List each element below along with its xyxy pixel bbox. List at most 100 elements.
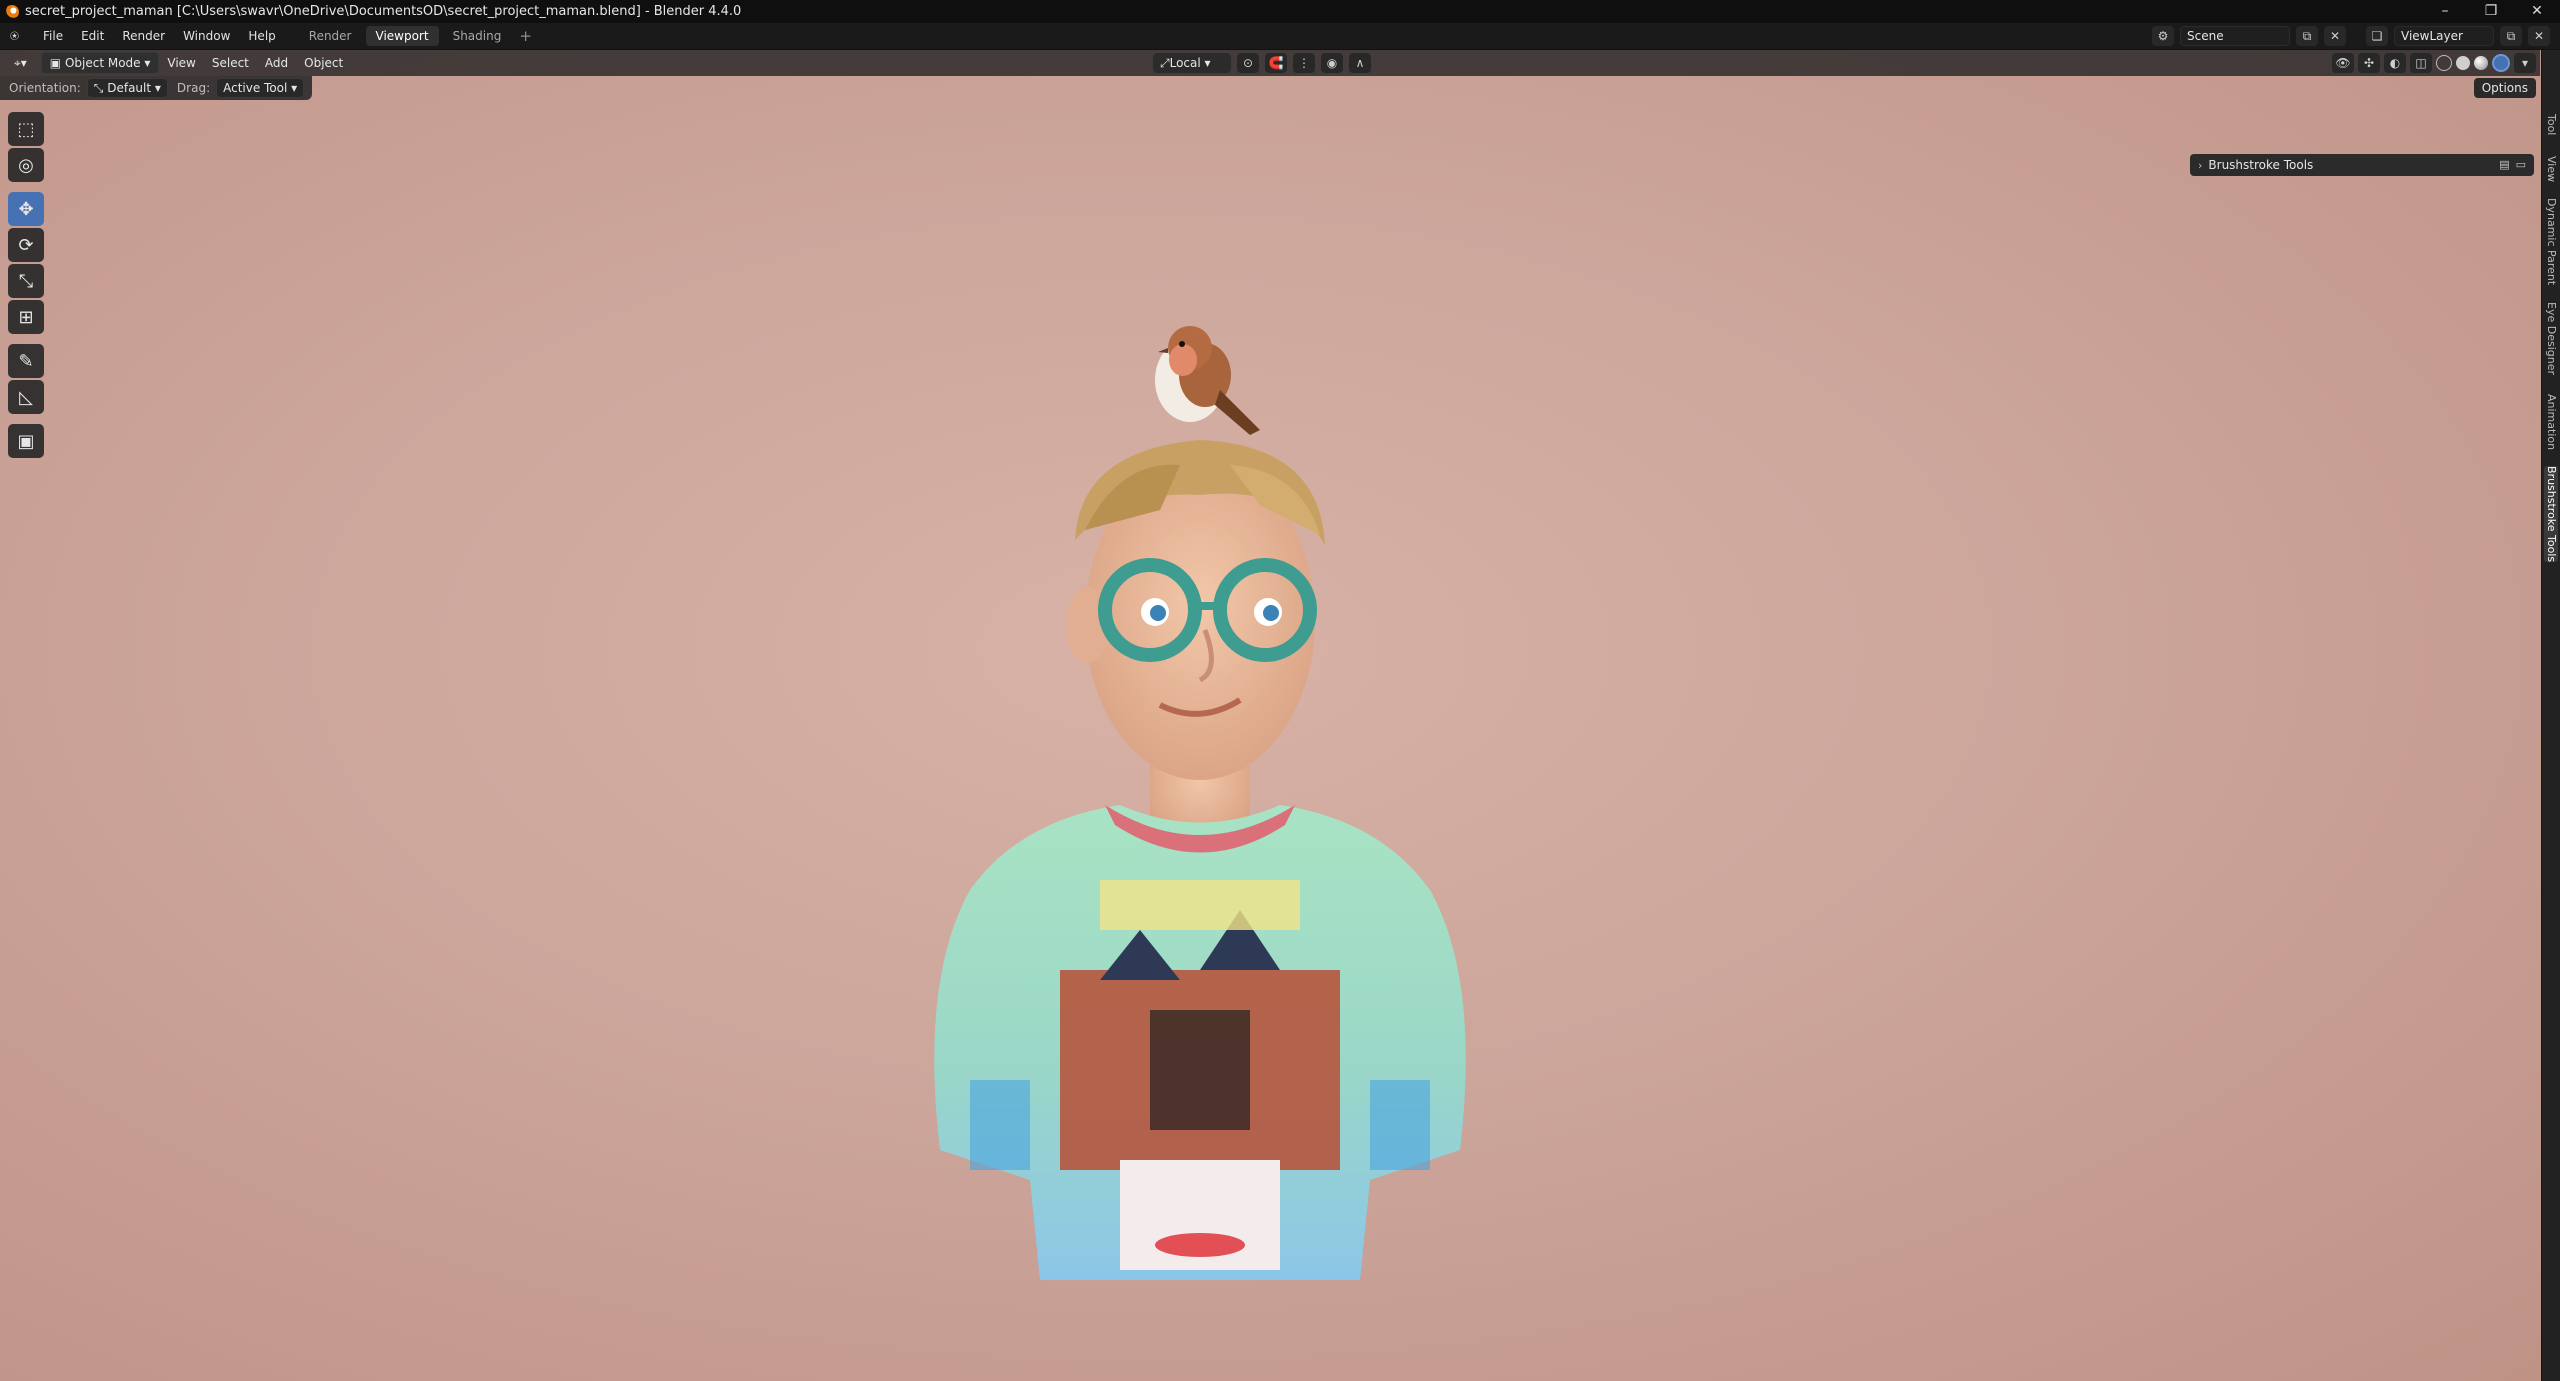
view-layer-icon[interactable]: ❏ [2366,26,2388,46]
editor-type-icon[interactable]: ⌖▾ [6,53,35,73]
snap-target-icon[interactable]: ⋮ [1293,53,1315,73]
scene-icon[interactable]: ⚙ [2152,26,2174,46]
scene-selectors: ⚙ Scene ⧉ ✕ ❏ ViewLayer ⧉ ✕ [2152,26,2550,46]
scene-name: Scene [2187,29,2224,43]
add-cube-tool[interactable]: ▣ [8,424,44,458]
falloff-icon[interactable]: ∧ [1349,53,1371,73]
annotate-icon: ✎ [18,350,34,372]
menu-select[interactable]: Select [204,53,257,73]
annotate-tool[interactable]: ✎ [8,344,44,378]
chevron-right-icon: › [2198,158,2203,172]
move-tool[interactable]: ✥ [8,192,44,226]
pivot-point-icon[interactable]: ⊙ [1237,53,1259,73]
window-titlebar: secret_project_maman [C:\Users\swavr\One… [0,0,2560,23]
blender-app-icon [5,4,19,19]
drag-value: Active Tool [223,81,288,95]
select-box-tool[interactable]: ⬚ [8,112,44,146]
mode-label: Object Mode [64,56,141,70]
snap-icon[interactable]: 🧲 [1265,53,1287,73]
sweater [934,805,1466,1280]
sidebar-tab-dynamic-parent[interactable]: Dynamic Parent [2544,198,2558,285]
sidebar-tabs: Tool View Dynamic Parent Eye Designer An… [2541,50,2560,1381]
proportional-edit-icon[interactable]: ◉ [1321,53,1343,73]
transform-controls: ⤢ Local ▾ ⊙ 🧲 ⋮ ◉ ∧ [1153,53,1371,73]
delete-scene-icon[interactable]: ✕ [2324,26,2346,46]
menu-help[interactable]: Help [239,23,284,49]
transform-orientation-dropdown[interactable]: ⤢ Local ▾ [1153,53,1231,73]
brushstroke-panel-title: Brushstroke Tools [2208,158,2314,172]
robin-bird [1155,326,1260,435]
tool-settings-bar: Orientation: ⤡ Default ▾ Drag: Active To… [0,76,312,100]
window-title: secret_project_maman [C:\Users\swavr\One… [25,4,742,19]
scale-tool[interactable]: ⤡ [8,264,44,298]
add-cube-icon: ▣ [17,430,35,452]
menu-file[interactable]: File [34,23,72,49]
monitor-icon[interactable]: ▭ [2516,158,2526,171]
scene-field[interactable]: Scene [2180,26,2290,46]
rotate-tool[interactable]: ⟳ [8,228,44,262]
cube-icon: ▣ [49,56,65,70]
rendered-shading-icon[interactable] [2492,54,2510,72]
xray-icon[interactable]: ◫ [2410,53,2432,73]
scale-icon: ⤡ [18,270,34,292]
viewport-header: ⌖▾ ▣ Object Mode ▾ View Select Add Objec… [0,50,2540,76]
measure-icon: ◺ [19,386,33,408]
brushstroke-tools-panel[interactable]: › Brushstroke Tools ▤ ▭ [2190,154,2534,176]
menu-render[interactable]: Render [113,23,174,49]
menu-window[interactable]: Window [174,23,239,49]
transform-orientation-label: Local [1169,56,1201,70]
drag-label: Drag: [176,81,211,95]
options-button[interactable]: Options [2473,78,2536,98]
character-render[interactable] [900,280,1500,1300]
orientation-dropdown[interactable]: ⤡ Default ▾ [86,78,168,98]
workspace-tab-viewport[interactable]: Viewport [365,26,439,46]
sidebar-tab-tool[interactable]: Tool [2544,114,2558,135]
shading-options-icon[interactable]: ▾ [2514,53,2536,73]
3d-viewport[interactable]: ⌖▾ ▣ Object Mode ▾ View Select Add Objec… [0,50,2560,1381]
panel-header-icons: ▤ ▭ [2499,158,2526,171]
select-box-icon: ⬚ [17,118,35,140]
overlays-icon[interactable]: ◐ [2384,53,2406,73]
restore-button[interactable]: ❐ [2468,0,2514,23]
visibility-icon[interactable]: 👁 [2332,53,2354,73]
wireframe-shading-icon[interactable] [2436,55,2452,71]
top-menubar: ⍟ File Edit Render Window Help Render Vi… [0,23,2560,50]
menu-object[interactable]: Object [296,53,351,73]
rotate-icon: ⟳ [18,234,34,256]
sidebar-tab-view[interactable]: View [2544,156,2558,182]
minimize-button[interactable]: – [2422,0,2468,23]
transform-icon: ⊞ [18,306,34,328]
sidebar-tab-eye-designer[interactable]: Eye Designer [2544,302,2558,375]
move-icon: ✥ [18,198,34,220]
viewport-display-controls: 👁 ✣ ◐ ◫ ▾ [2332,53,2536,73]
drag-dropdown[interactable]: Active Tool ▾ [216,78,305,98]
workspace-tab-render[interactable]: Render [299,26,362,46]
material-shading-icon[interactable] [2474,56,2488,70]
workspace-tab-shading[interactable]: Shading [443,26,512,46]
orientation-icon: ⤢ [1160,55,1170,70]
orientation-value: Default [107,81,152,95]
gizmo-icon[interactable]: ✣ [2358,53,2380,73]
presets-icon[interactable]: ▤ [2499,158,2509,171]
measure-tool[interactable]: ◺ [8,380,44,414]
menu-edit[interactable]: Edit [72,23,113,49]
blender-logo-icon[interactable]: ⍟ [10,28,26,44]
menu-add[interactable]: Add [257,53,296,73]
add-workspace-button[interactable]: + [511,27,540,45]
sidebar-tab-animation[interactable]: Animation [2544,394,2558,450]
delete-view-layer-icon[interactable]: ✕ [2528,26,2550,46]
view-layer-field[interactable]: ViewLayer [2394,26,2494,46]
sidebar-tab-brushstroke-tools[interactable]: Brushstroke Tools [2544,466,2558,563]
menu-view[interactable]: View [159,53,203,73]
transform-tool[interactable]: ⊞ [8,300,44,334]
view-layer-name: ViewLayer [2401,29,2463,43]
close-button[interactable]: ✕ [2514,0,2560,23]
object-mode-dropdown[interactable]: ▣ Object Mode ▾ [40,52,160,74]
new-view-layer-icon[interactable]: ⧉ [2500,26,2522,46]
orientation-label: Orientation: [9,81,81,95]
new-scene-icon[interactable]: ⧉ [2296,26,2318,46]
window-controls: – ❐ ✕ [2422,0,2560,23]
cursor-tool[interactable]: ◎ [8,148,44,182]
solid-shading-icon[interactable] [2456,56,2470,70]
head [1066,440,1325,780]
